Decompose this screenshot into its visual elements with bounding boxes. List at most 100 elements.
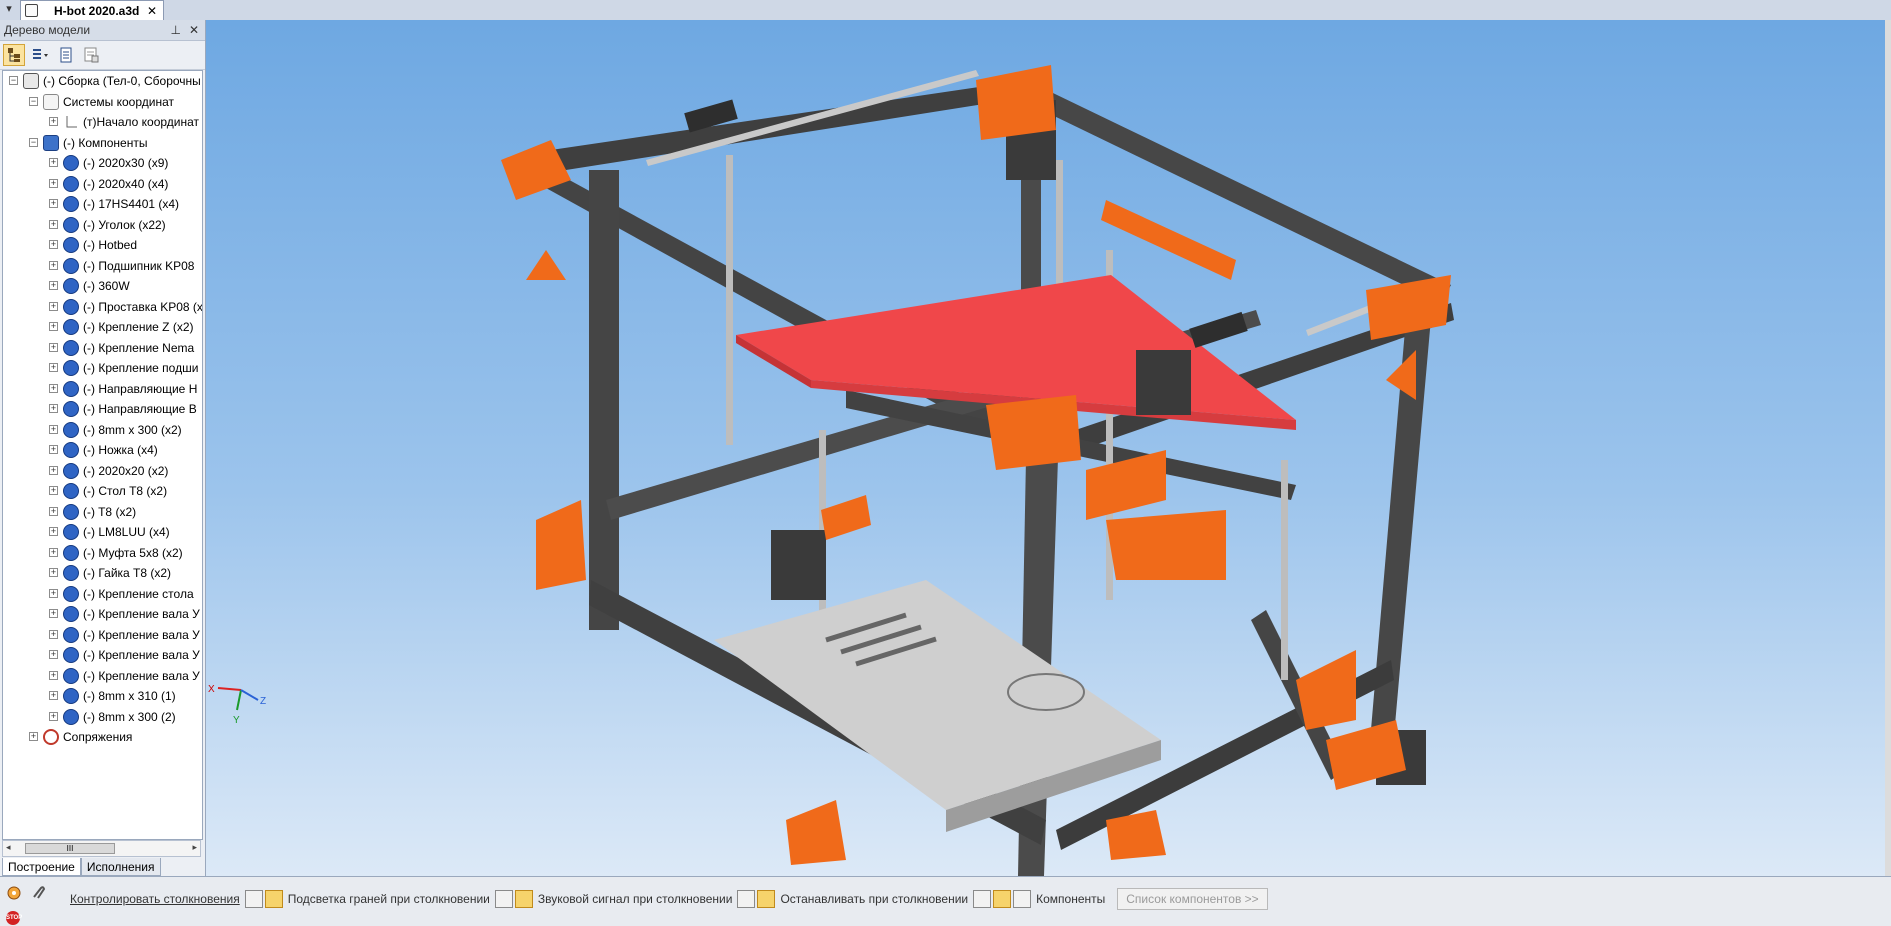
tree-item[interactable]: + (-) 2020x20 (x2)	[3, 461, 202, 482]
expand-icon[interactable]: +	[49, 547, 58, 557]
collapse-icon[interactable]: −	[29, 96, 38, 106]
expand-icon[interactable]: +	[49, 281, 58, 290]
tree-item[interactable]: + (-) Крепление вала У	[3, 625, 202, 646]
tree-item[interactable]: + (-) Направляющие Н	[3, 379, 202, 400]
attach-icon[interactable]	[30, 885, 46, 901]
stop-icon[interactable]: STOP	[6, 911, 22, 925]
tab-pin-icon[interactable]: ▾	[2, 2, 16, 16]
tree-view-button[interactable]	[3, 44, 25, 66]
tree-item[interactable]: + (-) Муфта 5x8 (x2)	[3, 543, 202, 564]
tree-item[interactable]: + (-) Крепление Nema	[3, 338, 202, 359]
scroll-right-icon[interactable]: ▸	[192, 842, 197, 853]
pin-icon[interactable]: ⊥	[170, 23, 180, 37]
scroll-left-icon[interactable]: ◂	[6, 842, 11, 853]
components-mode-button-1[interactable]	[973, 890, 992, 908]
sound-signal-on-button[interactable]	[514, 890, 533, 908]
panel-close-icon[interactable]: ✕	[189, 23, 199, 37]
components-list-button[interactable]: Список компонентов >>	[1117, 888, 1268, 910]
viewport-vertical-scrollbar[interactable]	[1885, 20, 1891, 876]
expand-icon[interactable]: +	[49, 322, 58, 331]
tree-item[interactable]: + (-) 8mm x 300 (2)	[3, 707, 202, 728]
stop-on-collision-on-button[interactable]	[757, 890, 776, 908]
expand-icon[interactable]: +	[49, 301, 58, 311]
sound-signal-off-button[interactable]	[494, 890, 513, 908]
collapse-icon[interactable]: −	[9, 76, 18, 85]
expand-icon[interactable]: +	[49, 465, 58, 475]
axis-x-label: X	[208, 684, 215, 695]
tree-item[interactable]: + (т)Начало координат	[3, 112, 202, 133]
list-view-button[interactable]	[29, 44, 51, 66]
tree-item[interactable]: + (-) T8 (x2)	[3, 502, 202, 523]
expand-icon[interactable]: +	[49, 178, 58, 188]
tree-item[interactable]: + (-) Стол T8 (x2)	[3, 481, 202, 502]
tree-item[interactable]: + Сопряжения	[3, 727, 202, 748]
expand-icon[interactable]: +	[49, 117, 58, 126]
tree-item[interactable]: + (-) Уголок (x22)	[3, 215, 202, 236]
expand-icon[interactable]: +	[49, 383, 58, 393]
tree-item[interactable]: + (-) Проставка KP08 (x	[3, 297, 202, 318]
collapse-icon[interactable]: −	[29, 137, 38, 147]
properties-button[interactable]	[55, 44, 77, 66]
expand-icon[interactable]: +	[49, 691, 58, 700]
tree-item[interactable]: + (-) 2020x30 (x9)	[3, 153, 202, 174]
check-collisions-button[interactable]	[244, 890, 263, 908]
expand-icon[interactable]: +	[49, 486, 58, 495]
tree-item[interactable]: + (-) Подшипник KP08	[3, 256, 202, 277]
components-mode-button-3[interactable]	[1013, 890, 1032, 908]
expand-icon[interactable]: +	[49, 219, 58, 229]
tree-item[interactable]: + (-) Крепление стола	[3, 584, 202, 605]
stop-on-collision-off-button[interactable]	[737, 890, 756, 908]
tree-item[interactable]: + (-) Крепление вала У	[3, 604, 202, 625]
scroll-thumb[interactable]: III	[25, 843, 115, 854]
expand-icon[interactable]: +	[49, 404, 58, 413]
components-mode-button-2[interactable]	[993, 890, 1012, 908]
expand-icon[interactable]: +	[49, 711, 58, 721]
tree-item[interactable]: + (-) 360W	[3, 276, 202, 297]
expand-icon[interactable]: +	[49, 260, 58, 270]
expand-icon[interactable]: +	[49, 670, 58, 680]
expand-icon[interactable]: +	[49, 240, 58, 249]
tree-item[interactable]: − Системы координат	[3, 92, 202, 113]
tree-horizontal-scrollbar[interactable]: ◂ III ▸	[2, 840, 201, 857]
expand-icon[interactable]: +	[49, 588, 58, 598]
expand-icon[interactable]: +	[49, 609, 58, 618]
document-view-button[interactable]	[81, 44, 103, 66]
3d-viewport[interactable]: X Y Z	[206, 20, 1891, 876]
tree-item[interactable]: + (-) Крепление вала У	[3, 666, 202, 687]
tree-item[interactable]: + (-) Направляющие В	[3, 399, 202, 420]
tree-item[interactable]: + (-) 2020x40 (x4)	[3, 174, 202, 195]
document-close-icon[interactable]: ✕	[147, 4, 157, 18]
components-icon	[43, 134, 59, 151]
expand-icon[interactable]: +	[49, 629, 58, 639]
document-tab[interactable]: H-bot 2020.a3d ✕	[20, 0, 164, 20]
expand-icon[interactable]: +	[49, 199, 58, 208]
tree-item[interactable]: − (-) Сборка (Тел-0, Сборочны	[3, 71, 202, 92]
expand-icon[interactable]: +	[49, 445, 58, 454]
expand-icon[interactable]: +	[49, 158, 58, 167]
highlight-faces-button[interactable]	[264, 890, 283, 908]
tree-item[interactable]: + (-) Крепление подши	[3, 358, 202, 379]
tree-item[interactable]: + (-) Крепление вала У	[3, 645, 202, 666]
expand-icon[interactable]: +	[49, 424, 58, 434]
tree-item[interactable]: + (-) 8mm x 310 (1)	[3, 686, 202, 707]
tab-versions[interactable]: Исполнения	[80, 858, 161, 876]
tree-item[interactable]: + (-) Крепление Z (x2)	[3, 317, 202, 338]
tree-item[interactable]: + (-) 17HS4401 (x4)	[3, 194, 202, 215]
expand-icon[interactable]: +	[29, 732, 38, 741]
expand-icon[interactable]: +	[49, 650, 58, 659]
expand-icon[interactable]: +	[49, 363, 58, 372]
tree-item[interactable]: + (-) Hotbed	[3, 235, 202, 256]
expand-icon[interactable]: +	[49, 506, 58, 516]
tab-construction[interactable]: Построение	[2, 858, 81, 876]
collision-settings-icon[interactable]	[6, 885, 22, 901]
check-collisions-label[interactable]: Контролировать столкновения	[70, 892, 240, 906]
model-tree[interactable]: − (-) Сборка (Тел-0, Сборочны − Системы коо…	[2, 70, 203, 840]
expand-icon[interactable]: +	[49, 527, 58, 536]
tree-item[interactable]: − (-) Компоненты	[3, 133, 202, 154]
tree-item[interactable]: + (-) Гайка T8 (x2)	[3, 563, 202, 584]
tree-item[interactable]: + (-) LM8LUU (x4)	[3, 522, 202, 543]
expand-icon[interactable]: +	[49, 568, 58, 577]
expand-icon[interactable]: +	[49, 342, 58, 352]
tree-item[interactable]: + (-) Ножка (x4)	[3, 440, 202, 461]
tree-item[interactable]: + (-) 8mm x 300 (x2)	[3, 420, 202, 441]
